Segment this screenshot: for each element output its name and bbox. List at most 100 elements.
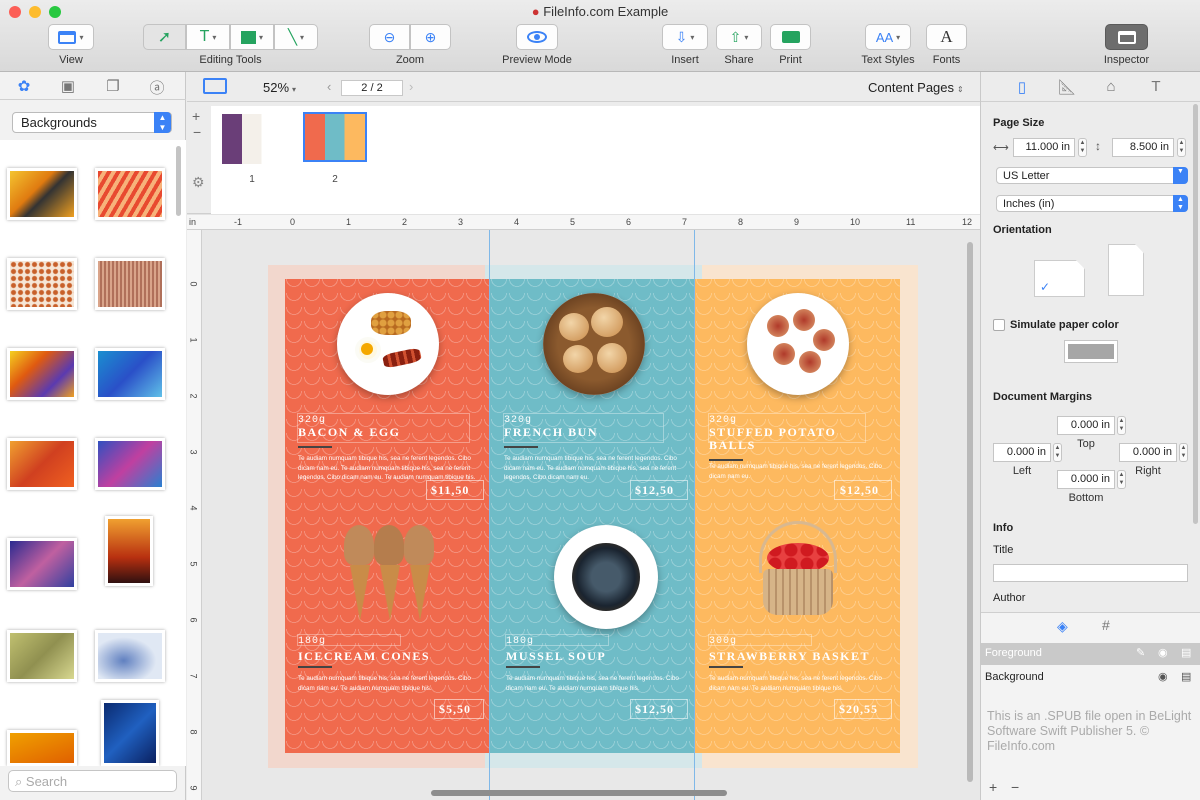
simulate-paper-checkbox[interactable] [993, 319, 1005, 331]
document-tab-icon[interactable]: ▯ [1012, 78, 1032, 96]
item-name[interactable]: BACON & EGG [298, 426, 468, 439]
preview-mode-button[interactable] [516, 24, 558, 50]
zoom-out-button[interactable]: ⊖ [369, 24, 410, 50]
page-height-field[interactable]: 8.500 in [1112, 138, 1174, 157]
eye-icon[interactable]: ◉ [1158, 670, 1168, 683]
canvas-horizontal-scrollbar[interactable] [431, 790, 727, 796]
text-tab-icon[interactable]: T [1146, 78, 1166, 96]
item-description[interactable]: Te audiam numquam tibique his, sea ne fe… [504, 454, 684, 483]
item-description[interactable]: Te audiam numquam tibique his, sea ne fe… [709, 462, 889, 481]
item-name[interactable]: ICECREAM CONES [298, 650, 468, 663]
fonts-button[interactable]: A [926, 24, 967, 50]
page-layout-icon[interactable] [203, 78, 227, 94]
backgrounds-tab-icon[interactable]: ✿ [15, 77, 33, 95]
page-width-field[interactable]: 11.000 in [1013, 138, 1075, 157]
vertical-guide-line[interactable] [694, 230, 695, 800]
page-width-stepper[interactable]: ▲ ▼ [1078, 138, 1087, 157]
background-thumb[interactable] [7, 438, 77, 490]
background-thumb[interactable] [95, 168, 165, 220]
item-price[interactable]: $5,50 [439, 702, 471, 717]
pencil-icon[interactable]: ✎ [1136, 646, 1145, 659]
background-thumb[interactable] [7, 730, 77, 766]
images-tab-icon[interactable]: ▣ [59, 77, 77, 95]
background-thumb[interactable] [105, 516, 153, 586]
item-name[interactable]: FRENCH BUN [504, 426, 674, 439]
vertical-ruler[interactable]: 0 1 2 3 4 5 6 7 8 9 [187, 230, 202, 800]
library-category-select[interactable]: Backgrounds ▲ ▼ [12, 112, 172, 133]
library-search-input[interactable]: ⌕ Search [8, 770, 177, 792]
add-page-button[interactable]: + [192, 108, 200, 124]
item-description[interactable]: Te audiam numquam tibique his, sea ne fe… [298, 674, 478, 693]
item-price[interactable]: $12,50 [840, 483, 879, 498]
page-thumbnail-2[interactable] [303, 112, 367, 162]
eye-icon[interactable]: ◉ [1158, 646, 1168, 659]
grid-icon[interactable]: # [1102, 617, 1110, 633]
layer-row-foreground[interactable]: Foreground ✎ ◉ ▤ [981, 643, 1200, 665]
previous-page-button[interactable]: ‹ [327, 79, 331, 94]
gallery-scrollbar[interactable] [176, 146, 181, 216]
brochure-page[interactable]: 320g BACON & EGG Te audiam numquam tibiq… [268, 265, 918, 768]
margin-right-field[interactable]: 0.000 in [1119, 443, 1177, 462]
portrait-orientation-button[interactable] [1108, 244, 1144, 296]
page-set-select[interactable]: Content Pages ⇕ [868, 80, 964, 95]
print-button[interactable] [770, 24, 811, 50]
vertical-guide-line[interactable] [489, 230, 490, 800]
background-thumb[interactable] [95, 258, 165, 310]
item-description[interactable]: Te audiam numquam tibique his, sea ne fe… [709, 674, 889, 693]
background-thumb[interactable] [7, 168, 77, 220]
remove-layer-button[interactable]: − [1011, 779, 1019, 795]
zoom-in-button[interactable]: ⊕ [410, 24, 451, 50]
remove-page-button[interactable]: − [193, 124, 201, 140]
french-bun-image[interactable] [543, 293, 645, 395]
text-art-tab-icon[interactable]: ⓐ [148, 77, 166, 97]
margin-left-field[interactable]: 0.000 in [993, 443, 1051, 462]
title-input[interactable] [993, 564, 1188, 582]
brush-tab-icon[interactable]: ⌂ [1101, 78, 1121, 96]
line-tool-button[interactable]: ╲ ▾ [274, 24, 318, 50]
stuffed-potato-balls-image[interactable] [747, 293, 849, 395]
document-canvas[interactable]: 320g BACON & EGG Te audiam numquam tibiq… [202, 230, 980, 800]
paper-size-select[interactable]: US Letter ▼ [996, 167, 1188, 184]
item-price[interactable]: $12,50 [635, 483, 674, 498]
item-name[interactable]: MUSSEL SOUP [506, 650, 676, 663]
item-description[interactable]: Te audiam numquam tibique his, sea ne fe… [298, 454, 478, 483]
layers-icon[interactable]: ◈ [1057, 618, 1068, 635]
ruler-tab-icon[interactable]: 📐︎ [1057, 78, 1077, 96]
view-button[interactable]: ▾ [48, 24, 94, 50]
icecream-cones-image[interactable] [344, 525, 436, 621]
item-name[interactable]: STUFFED POTATO BALLS [709, 426, 859, 452]
item-price[interactable]: $20,55 [839, 702, 878, 717]
background-thumb[interactable] [7, 348, 77, 400]
background-thumb[interactable] [95, 348, 165, 400]
margin-left-stepper[interactable]: ▲ ▼ [1053, 443, 1062, 462]
shapes-tab-icon[interactable]: ❐ [104, 77, 122, 95]
print-icon[interactable]: ▤ [1181, 670, 1191, 683]
page-thumbnail-1[interactable] [222, 114, 282, 164]
paper-color-well[interactable] [1064, 340, 1118, 363]
gear-icon[interactable]: ⚙ [192, 174, 205, 191]
select-tool-button[interactable]: ➚ [143, 24, 186, 50]
zoom-level-select[interactable]: 52% ▾ [263, 80, 296, 95]
inspector-scrollbar[interactable] [1193, 104, 1198, 524]
item-price[interactable]: $11,50 [431, 483, 469, 498]
shape-tool-button[interactable]: ▾ [230, 24, 274, 50]
margin-top-stepper[interactable]: ▲ ▼ [1117, 416, 1126, 435]
add-layer-button[interactable]: + [989, 779, 997, 795]
background-thumb[interactable] [95, 630, 165, 682]
print-icon[interactable]: ▤ [1181, 646, 1191, 659]
item-description[interactable]: Te audiam numquam tibique his, sea ne fe… [506, 674, 686, 693]
horizontal-ruler[interactable]: in -1 0 1 2 3 4 5 6 7 8 9 10 11 12 [187, 215, 980, 230]
margin-bottom-stepper[interactable]: ▲ ▼ [1117, 470, 1126, 489]
text-tool-button[interactable]: T ▾ [186, 24, 230, 50]
text-styles-button[interactable]: AA ▾ [865, 24, 911, 50]
item-price[interactable]: $12,50 [635, 702, 674, 717]
bacon-egg-image[interactable] [337, 293, 439, 395]
layer-row-background[interactable]: Background ◉ ▤ [981, 667, 1200, 689]
background-thumb[interactable] [7, 538, 77, 590]
margin-right-stepper[interactable]: ▲ ▼ [1179, 443, 1188, 462]
mussel-soup-image[interactable] [554, 525, 658, 629]
background-thumb[interactable] [7, 630, 77, 682]
background-thumb[interactable] [7, 258, 77, 310]
page-height-stepper[interactable]: ▲ ▼ [1177, 138, 1186, 157]
strawberry-basket-image[interactable] [759, 521, 837, 617]
